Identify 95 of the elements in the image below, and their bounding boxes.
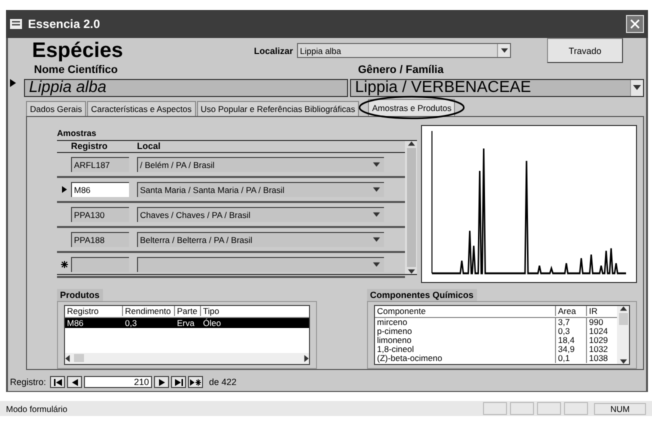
column-header: Componente	[376, 306, 427, 316]
status-panel	[510, 402, 534, 415]
location-combo[interactable]: Chaves / Chaves / PA / Brasil	[137, 206, 384, 222]
field-label: Nome Científico	[34, 64, 119, 76]
caret-icon	[373, 212, 380, 218]
new-record-icon	[190, 378, 202, 386]
search-label: Localizar	[254, 46, 294, 56]
location-combo[interactable]: Belterra / Belterra / PA / Brasil	[137, 232, 384, 247]
search-combo[interactable]: Lippia alba	[297, 43, 512, 58]
scroll-up-icon[interactable]	[408, 140, 414, 146]
status-panel	[564, 402, 588, 415]
status-panel	[537, 402, 561, 415]
table-cell-text: mirceno	[376, 317, 408, 328]
right-triangle-icon	[158, 378, 165, 386]
last-record-button[interactable]	[171, 376, 186, 388]
registry-field[interactable]	[71, 256, 129, 272]
list-row[interactable]: M86 0,3 Erva Óleo	[65, 318, 309, 328]
navigator-label: Registro:	[10, 377, 46, 388]
table-cell: 1024	[586, 326, 611, 336]
table-cell: 1038	[586, 353, 611, 364]
scroll-down-icon[interactable]	[620, 358, 626, 364]
scroll-down-icon[interactable]	[408, 268, 414, 274]
name-field[interactable]: Lippia alba	[24, 78, 348, 97]
column-header: Rendimento	[123, 306, 175, 316]
record-number-field[interactable]: 210	[84, 376, 152, 388]
status-panel	[483, 402, 507, 415]
caret-icon	[373, 262, 380, 268]
new-record-button[interactable]	[188, 376, 204, 388]
table-cell: 1032	[586, 344, 611, 354]
first-record-button[interactable]	[50, 376, 66, 388]
field-label: Gênero / Família	[358, 64, 444, 76]
tab[interactable]: Amostras e Produtos	[368, 98, 456, 116]
scroll-thumb[interactable]	[406, 148, 416, 267]
scroll-up-icon[interactable]	[620, 306, 626, 311]
column-header: Area	[555, 306, 586, 316]
next-record-button[interactable]	[154, 376, 170, 388]
table-cell: 18,4	[555, 335, 586, 346]
section-title: Componentes Químicos	[367, 288, 477, 301]
table-cell: 0,1	[555, 353, 586, 364]
caret-icon	[373, 162, 380, 168]
scrollbar[interactable]	[65, 352, 309, 364]
record-count: de 422	[209, 377, 237, 388]
column-header: IR	[586, 306, 611, 316]
app-icon	[10, 19, 22, 29]
registry-field[interactable]: ARFL187	[71, 156, 129, 172]
column-header: Tipo	[202, 306, 220, 316]
caret-icon	[373, 237, 380, 242]
num-lock-indicator: NUM	[594, 402, 646, 414]
table-cell: 34,9	[555, 344, 586, 354]
tab[interactable]: Características e Aspectos	[86, 100, 196, 116]
new-record-icon	[60, 260, 68, 268]
registry-field[interactable]: M86	[71, 182, 129, 197]
close-icon	[630, 19, 640, 29]
column-header: Registro	[65, 306, 123, 316]
section-title: Produtos	[57, 288, 102, 301]
location-combo[interactable]	[137, 256, 384, 272]
table-cell-text: p-cimeno	[376, 326, 413, 336]
table-cell: 1029	[586, 335, 611, 346]
caret-icon	[373, 187, 380, 192]
table-cell: 3,7	[555, 317, 586, 328]
column-header: Registro	[71, 141, 109, 152]
left-triangle-icon	[72, 378, 78, 386]
form-title: Espécies	[32, 38, 124, 62]
registry-field[interactable]: PPA130	[71, 206, 129, 222]
column-header: Local	[137, 141, 162, 152]
previous-record-button[interactable]	[67, 376, 82, 388]
caret-icon	[633, 85, 641, 90]
section-title: Amostras	[57, 128, 98, 140]
scroll-right-icon[interactable]	[304, 354, 309, 362]
caret-icon	[500, 48, 508, 53]
record-pointer-icon	[62, 186, 66, 193]
tab[interactable]: Uso Popular e Referências Bibliográficas	[196, 100, 360, 116]
last-icon	[174, 378, 183, 386]
table-cell-text: 1,8-cineol	[376, 344, 415, 354]
close-button[interactable]	[626, 15, 644, 33]
registry-field[interactable]: PPA188	[71, 232, 129, 247]
lock-button[interactable]: Travado	[547, 38, 624, 63]
location-combo[interactable]: Santa Maria / Santa Maria / PA / Brasil	[137, 182, 384, 197]
table-cell: 990	[586, 317, 611, 328]
scroll-thumb[interactable]	[74, 354, 84, 362]
table-cell: 0,3	[555, 326, 586, 336]
column-header: Parte	[175, 306, 201, 316]
scrollbar[interactable]	[405, 140, 417, 274]
table-cell-text: (Z)-beta-ocimeno	[376, 353, 444, 364]
record-pointer-icon	[10, 78, 16, 87]
scroll-thumb[interactable]	[618, 312, 628, 325]
status-text: Modo formulário	[6, 404, 68, 414]
tab[interactable]: Dados Gerais	[26, 100, 86, 116]
family-combo[interactable]: Lippia / VERBENACEAE	[350, 78, 644, 97]
scroll-left-icon[interactable]	[65, 354, 70, 362]
first-icon	[54, 378, 62, 386]
table-cell-text: limoneno	[376, 335, 412, 346]
window-title: Essencia 2.0	[28, 17, 102, 31]
scrollbar[interactable]	[617, 306, 629, 364]
location-combo[interactable]: / Belém / PA / Brasil	[137, 156, 384, 172]
